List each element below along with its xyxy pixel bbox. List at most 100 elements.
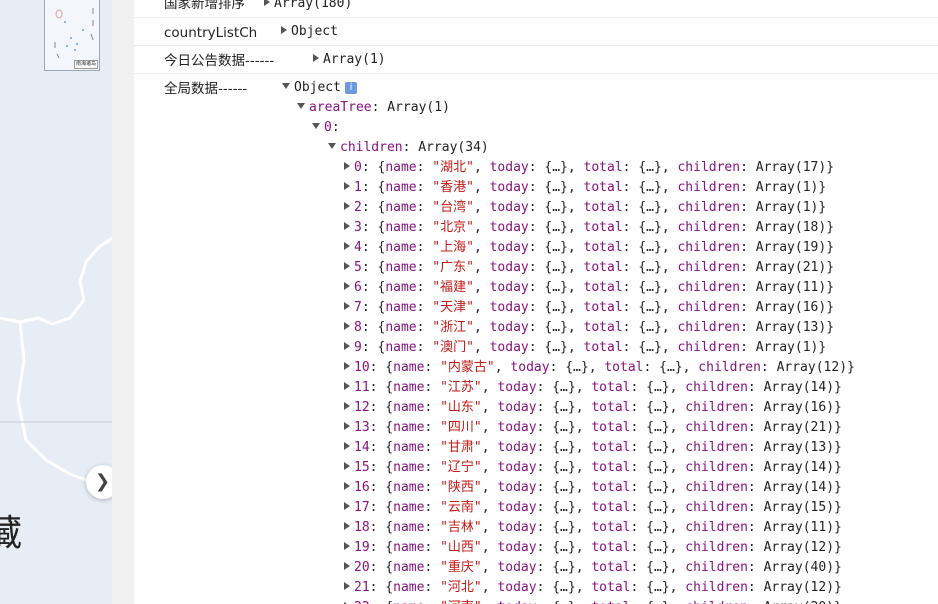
list-item[interactable]: 21: {name: "河北", today: {…}, total: {…},…	[344, 578, 842, 598]
item-total: {…}	[646, 400, 670, 415]
list-item[interactable]: 8: {name: "浙江", today: {…}, total: {…}, …	[344, 318, 834, 338]
item-index: 1	[354, 180, 362, 195]
item-index: 8	[354, 320, 362, 335]
minimap[interactable]: 南海诸岛	[44, 0, 100, 71]
field-key-name: name	[393, 540, 425, 555]
list-item[interactable]: 20: {name: "重庆", today: {…}, total: {…},…	[344, 558, 842, 578]
field-key-total: total	[583, 180, 623, 195]
list-item[interactable]: 6: {name: "福建", today: {…}, total: {…}, …	[344, 278, 834, 298]
list-item[interactable]: 13: {name: "四川", today: {…}, total: {…},…	[344, 418, 842, 438]
item-today: {…}	[552, 380, 576, 395]
info-icon[interactable]: i	[344, 82, 357, 94]
list-item[interactable]: 4: {name: "上海", today: {…}, total: {…}, …	[344, 238, 834, 258]
property-value: Array(34)	[418, 140, 489, 155]
summary-text: Object	[294, 80, 341, 95]
list-item[interactable]: 3: {name: "北京", today: {…}, total: {…}, …	[344, 218, 834, 238]
item-total: {…}	[646, 480, 670, 495]
item-index: 12	[354, 400, 370, 415]
item-name: "陕西"	[440, 480, 482, 495]
list-item[interactable]: 2: {name: "台湾", today: {…}, total: {…}, …	[344, 198, 826, 218]
expand-panel-button[interactable]: ❯	[86, 465, 112, 499]
field-key-total: total	[591, 420, 631, 435]
field-key-today: today	[489, 240, 529, 255]
field-key-today: today	[497, 600, 536, 604]
item-today: {…}	[552, 400, 576, 415]
item-name: "台湾"	[432, 200, 474, 215]
item-name: "四川"	[440, 420, 482, 435]
list-item[interactable]: 22: {name: "河南", today: {…}, total: {…},…	[344, 598, 842, 604]
list-item[interactable]: 16: {name: "陕西", today: {…}, total: {…},…	[344, 478, 842, 498]
item-children: Array(14)	[763, 480, 835, 495]
expand-triangle-icon	[344, 202, 350, 210]
item-children: Array(13)	[755, 320, 827, 335]
list-item[interactable]: 11: {name: "江苏", today: {…}, total: {…},…	[344, 378, 842, 398]
tree-node-areaTree[interactable]: areaTree: Array(1)	[297, 98, 450, 118]
field-key-name: name	[385, 160, 417, 175]
field-key-name: name	[385, 280, 417, 295]
list-item[interactable]: 5: {name: "广东", today: {…}, total: {…}, …	[344, 258, 834, 278]
expand-triangle-icon	[344, 362, 350, 370]
field-key-children: children	[685, 420, 748, 435]
item-name: "江苏"	[440, 380, 482, 395]
item-today: {…}	[552, 520, 576, 535]
expandable-summary[interactable]: Object	[281, 22, 338, 42]
tree-node-index-0[interactable]: 0:	[312, 118, 340, 138]
item-children: Array(21)	[755, 260, 827, 275]
devtools-console[interactable]: 国家新增排序 Array(180) countryListCh Object 今…	[134, 0, 938, 604]
expandable-summary[interactable]: Array(180)	[264, 0, 352, 14]
field-key-total: total	[591, 540, 631, 555]
item-total: {…}	[638, 320, 662, 335]
item-index: 18	[354, 520, 370, 535]
expandable-summary[interactable]: Object i	[282, 78, 357, 98]
field-key-today: today	[489, 260, 529, 275]
summary-text: Array(180)	[274, 0, 353, 11]
list-item[interactable]: 19: {name: "山西", today: {…}, total: {…},…	[344, 538, 842, 558]
list-item[interactable]: 1: {name: "香港", today: {…}, total: {…}, …	[344, 178, 826, 198]
field-key-name: name	[393, 600, 424, 604]
field-key-name: name	[385, 300, 417, 315]
field-key-name: name	[385, 200, 417, 215]
item-index: 16	[354, 480, 370, 495]
field-key-today: today	[489, 280, 529, 295]
item-name: "湖北"	[432, 160, 474, 175]
expand-triangle-icon	[344, 462, 350, 470]
list-item[interactable]: 0: {name: "湖北", today: {…}, total: {…}, …	[344, 158, 834, 178]
field-key-today: today	[497, 580, 537, 595]
item-total: {…}	[646, 560, 670, 575]
item-name: "北京"	[432, 220, 474, 235]
list-item[interactable]: 18: {name: "吉林", today: {…}, total: {…},…	[344, 518, 842, 538]
list-item[interactable]: 7: {name: "天津", today: {…}, total: {…}, …	[344, 298, 834, 318]
item-index: 20	[354, 560, 370, 575]
list-item[interactable]: 14: {name: "甘肃", today: {…}, total: {…},…	[344, 438, 842, 458]
list-item[interactable]: 10: {name: "内蒙古", today: {…}, total: {…}…	[344, 358, 855, 378]
list-item[interactable]: 12: {name: "山东", today: {…}, total: {…},…	[344, 398, 842, 418]
field-key-children: children	[685, 560, 748, 575]
item-children: Array(18)	[755, 220, 827, 235]
tree-node-children[interactable]: children: Array(34)	[328, 138, 489, 158]
summary-text: Array(1)	[323, 52, 386, 67]
item-today: {…}	[565, 360, 589, 375]
list-item[interactable]: 17: {name: "云南", today: {…}, total: {…},…	[344, 498, 842, 518]
item-today: {…}	[552, 420, 576, 435]
item-children: Array(1)	[755, 200, 819, 215]
item-name: "澳门"	[432, 340, 474, 355]
field-key-children: children	[685, 440, 748, 455]
field-key-children: children	[677, 280, 741, 295]
expand-triangle-icon	[344, 442, 350, 450]
item-total: {…}	[646, 520, 670, 535]
item-today: {…}	[544, 200, 568, 215]
item-index: 2	[354, 200, 362, 215]
expand-triangle-icon	[344, 282, 350, 290]
map-panel[interactable]: 南海诸岛 藏 ❯	[0, 0, 112, 604]
item-name: "内蒙古"	[440, 360, 495, 375]
list-item[interactable]: 15: {name: "辽宁", today: {…}, total: {…},…	[344, 458, 842, 478]
item-children: Array(19)	[755, 240, 827, 255]
field-key-total: total	[583, 160, 623, 175]
item-children: Array(15)	[763, 500, 835, 515]
expandable-summary[interactable]: Array(1)	[313, 50, 386, 70]
field-key-children: children	[685, 500, 748, 515]
field-key-name: name	[385, 320, 417, 335]
field-key-children: children	[685, 520, 748, 535]
expand-triangle-icon	[281, 26, 287, 34]
list-item[interactable]: 9: {name: "澳门", today: {…}, total: {…}, …	[344, 338, 826, 358]
